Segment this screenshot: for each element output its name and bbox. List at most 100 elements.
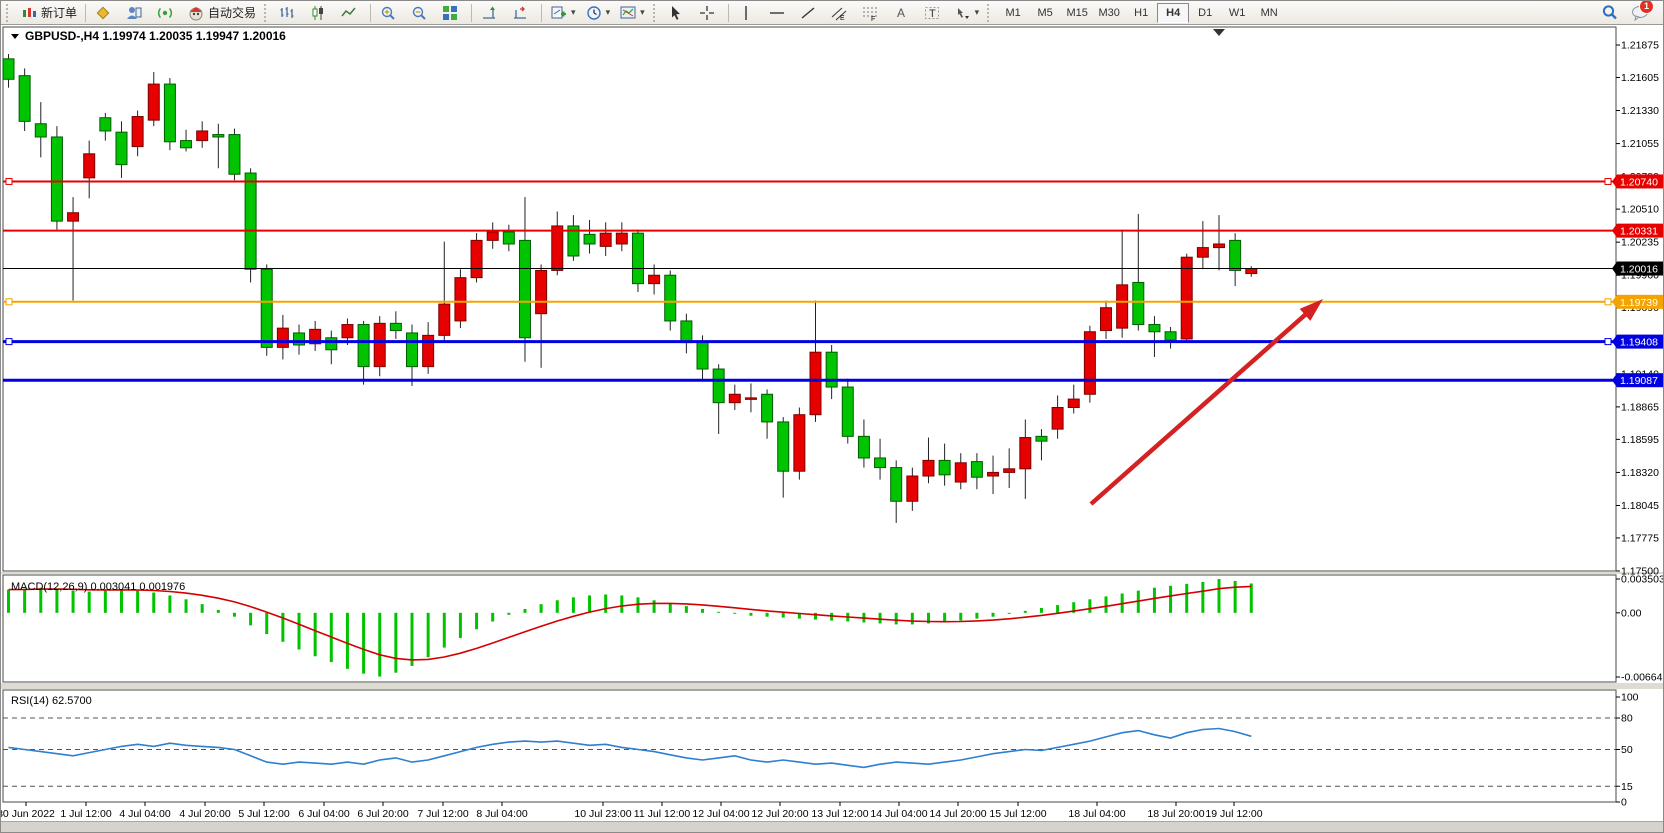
vertical-line-button[interactable]	[733, 2, 763, 24]
text-button[interactable]: A	[888, 2, 918, 24]
svg-text:1.18320: 1.18320	[1621, 467, 1659, 479]
svg-text:1.20510: 1.20510	[1621, 204, 1659, 216]
auto-scroll-button[interactable]	[476, 2, 506, 24]
signal-icon	[156, 4, 174, 22]
svg-text:T: T	[929, 8, 936, 20]
text-a-icon: A	[892, 4, 910, 22]
auto-scroll-icon	[480, 4, 498, 22]
periods-button[interactable]: ▾	[581, 2, 615, 24]
svg-text:F: F	[871, 16, 875, 21]
status-bar	[1, 821, 1664, 833]
trendline-button[interactable]	[795, 2, 825, 24]
svg-text:1.17775: 1.17775	[1621, 532, 1659, 544]
toolbar-grip[interactable]	[6, 4, 12, 22]
svg-text:A: A	[897, 6, 905, 20]
svg-text:1.20016: 1.20016	[1620, 264, 1658, 276]
tab-timeframe-m30[interactable]: M30	[1093, 3, 1125, 23]
line-chart-icon	[340, 4, 358, 22]
text-label-button[interactable]: T	[919, 2, 949, 24]
chart-shift-button[interactable]	[507, 2, 537, 24]
fibonacci-button[interactable]: F	[857, 2, 887, 24]
line-handle	[1605, 178, 1611, 184]
svg-text:1.21330: 1.21330	[1621, 105, 1659, 117]
data-window-button[interactable]	[121, 2, 151, 24]
svg-text:1.19739: 1.19739	[1620, 297, 1658, 309]
tab-timeframe-d1[interactable]: D1	[1189, 3, 1221, 23]
chart-candles-button[interactable]	[305, 2, 335, 24]
zoom-in-icon	[379, 4, 397, 22]
svg-text:6 Jul 20:00: 6 Jul 20:00	[357, 808, 409, 820]
svg-text:6 Jul 04:00: 6 Jul 04:00	[298, 808, 350, 820]
cursor-button[interactable]	[663, 2, 693, 24]
zoom-out-icon	[410, 4, 428, 22]
svg-text:10 Jul 23:00: 10 Jul 23:00	[574, 808, 631, 820]
auto-trading-button[interactable]: 自动交易	[183, 2, 260, 24]
crosshair-button[interactable]	[694, 2, 724, 24]
templates-button[interactable]: ▾	[615, 2, 649, 24]
zoom-out-button[interactable]	[406, 2, 436, 24]
tab-timeframe-h1[interactable]: H1	[1125, 3, 1157, 23]
rsi-panel	[3, 690, 1616, 802]
horizontal-line-icon	[768, 4, 786, 22]
svg-text:7 Jul 12:00: 7 Jul 12:00	[417, 808, 469, 820]
new-chart-button[interactable]: ▾	[546, 2, 580, 24]
notification-badge: 1	[1639, 0, 1654, 14]
line-handle	[6, 339, 12, 345]
tile-windows-button[interactable]	[437, 2, 467, 24]
svg-text:15 Jul 12:00: 15 Jul 12:00	[989, 808, 1046, 820]
tab-timeframe-m15[interactable]: M15	[1061, 3, 1093, 23]
notifications-button[interactable]: 1	[1627, 2, 1657, 24]
line-handle	[1605, 299, 1611, 305]
svg-text:11 Jul 12:00: 11 Jul 12:00	[634, 808, 691, 820]
svg-text:-0.006647: -0.006647	[1621, 672, 1664, 684]
tab-timeframe-m5[interactable]: M5	[1029, 3, 1061, 23]
mt4-window: 新订单 自动交易	[0, 0, 1664, 833]
new-order-button[interactable]: 新订单	[16, 2, 81, 24]
macd-panel	[3, 575, 1616, 682]
tab-timeframe-h4[interactable]: H4	[1157, 3, 1189, 23]
trendline-icon	[799, 4, 817, 22]
svg-text:4 Jul 04:00: 4 Jul 04:00	[119, 808, 171, 820]
chart-bars-button[interactable]	[274, 2, 304, 24]
line-handle	[6, 299, 12, 305]
channel-button[interactable]: E	[826, 2, 856, 24]
equidistant-channel-icon: E	[830, 4, 848, 22]
svg-text:12 Jul 20:00: 12 Jul 20:00	[751, 808, 808, 820]
arrows-icon	[954, 4, 972, 22]
chart-window[interactable]: 1.218751.216051.213301.210551.207801.205…	[1, 25, 1664, 821]
market-watch-button[interactable]	[90, 2, 120, 24]
svg-text:1.20331: 1.20331	[1620, 226, 1658, 238]
svg-text:1.21055: 1.21055	[1621, 138, 1659, 150]
auto-trading-icon	[187, 4, 205, 22]
svg-text:0.00: 0.00	[1621, 607, 1642, 619]
data-window-icon	[125, 4, 143, 22]
new-order-label: 新订单	[41, 4, 77, 21]
panel-splitter[interactable]	[1, 572, 1664, 574]
tab-timeframe-m1[interactable]: M1	[997, 3, 1029, 23]
svg-text:0.003503: 0.003503	[1621, 574, 1664, 586]
dropdown-caret: ▾	[571, 7, 576, 18]
navigator-button[interactable]	[152, 2, 182, 24]
svg-text:1.20740: 1.20740	[1620, 176, 1658, 188]
svg-text:1.20235: 1.20235	[1621, 237, 1659, 249]
chart-line-button[interactable]	[336, 2, 366, 24]
panel-splitter[interactable]	[1, 683, 1664, 689]
horizontal-line-button[interactable]	[764, 2, 794, 24]
bar-chart-icon	[278, 4, 296, 22]
svg-text:50: 50	[1621, 744, 1633, 756]
tab-timeframe-mn[interactable]: MN	[1253, 3, 1285, 23]
price-chart-canvas[interactable]: 1.218751.216051.213301.210551.207801.205…	[1, 25, 1664, 821]
svg-text:1.19087: 1.19087	[1620, 375, 1658, 387]
dropdown-caret: ▾	[606, 7, 611, 18]
svg-text:15: 15	[1621, 781, 1633, 793]
svg-text:19 Jul 12:00: 19 Jul 12:00	[1205, 808, 1262, 820]
search-button[interactable]	[1596, 2, 1626, 24]
clock-icon	[585, 4, 603, 22]
svg-text:80: 80	[1621, 713, 1633, 725]
tile-windows-icon	[441, 4, 459, 22]
zoom-in-button[interactable]	[375, 2, 405, 24]
dropdown-caret: ▾	[640, 7, 645, 18]
tab-timeframe-w1[interactable]: W1	[1221, 3, 1253, 23]
svg-text:1.19408: 1.19408	[1620, 337, 1658, 349]
arrows-button[interactable]: ▾	[950, 2, 984, 24]
